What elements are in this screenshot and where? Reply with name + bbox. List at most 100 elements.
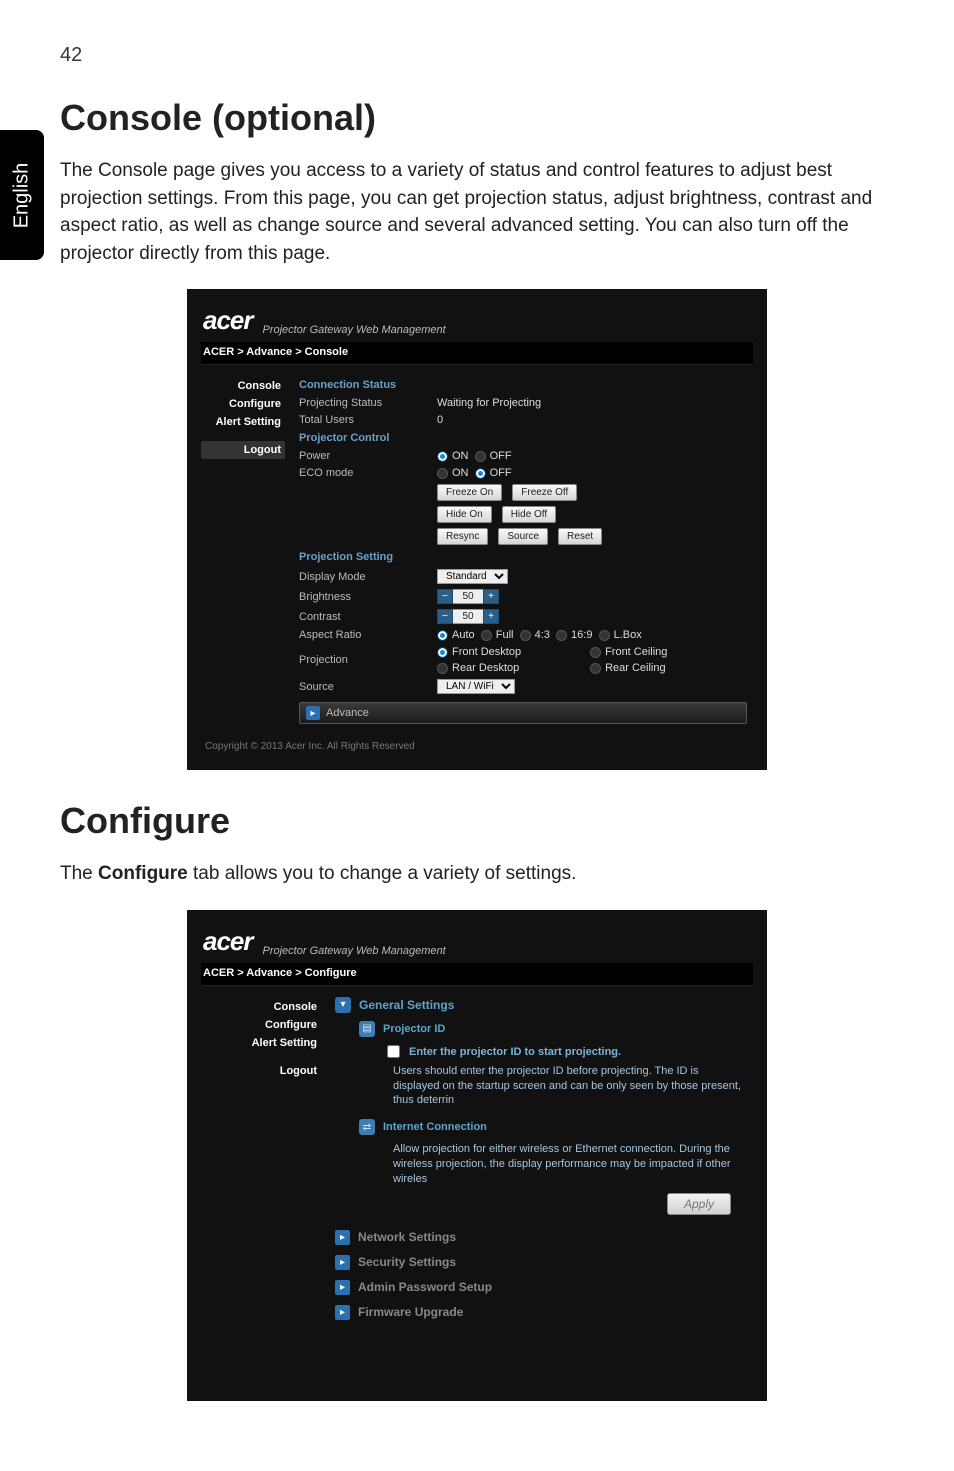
proj-rear-ceiling-text: Rear Ceiling xyxy=(605,662,666,674)
nav-configure[interactable]: Configure xyxy=(201,395,285,413)
display-mode-select[interactable]: Standard xyxy=(437,569,508,584)
breadcrumb: ACER > Advance > Console xyxy=(201,342,753,365)
aspect-lbox-radio[interactable] xyxy=(599,630,610,641)
eco-label: ECO mode xyxy=(299,467,427,479)
aspect-169-radio[interactable] xyxy=(556,630,567,641)
aspect-auto-radio[interactable] xyxy=(437,630,448,641)
security-settings-row[interactable]: ▸ Security Settings xyxy=(335,1250,747,1275)
projecting-status-label: Projecting Status xyxy=(299,397,427,409)
internet-conn-description: Allow projection for either wireless or … xyxy=(393,1142,747,1187)
contrast-minus[interactable]: − xyxy=(437,609,453,624)
apply-button[interactable]: Apply xyxy=(667,1193,731,1215)
aspect-full-radio[interactable] xyxy=(481,630,492,641)
proj-front-desktop-radio[interactable] xyxy=(437,647,448,658)
brightness-minus[interactable]: − xyxy=(437,589,453,604)
projector-id-title: Projector ID xyxy=(383,1023,445,1035)
reset-button[interactable]: Reset xyxy=(558,528,602,545)
expand-icon: ▸ xyxy=(335,1255,350,1270)
collapse-icon: ▾ xyxy=(335,997,351,1013)
advance-bar[interactable]: ▸ Advance xyxy=(299,702,747,724)
power-off-radio[interactable] xyxy=(475,451,486,462)
display-mode-label: Display Mode xyxy=(299,571,427,583)
internet-conn-title: Internet Connection xyxy=(383,1121,487,1133)
general-settings-header[interactable]: ▾ General Settings xyxy=(335,994,747,1016)
power-on-text: ON xyxy=(452,450,469,462)
internet-conn-icon: ⇄ xyxy=(359,1119,375,1135)
console-screenshot: acer Projector Gateway Web Management AC… xyxy=(187,289,767,770)
freeze-off-button[interactable]: Freeze Off xyxy=(512,484,577,501)
source-label: Source xyxy=(299,681,427,693)
configure-body-prefix: The xyxy=(60,863,98,884)
projector-id-description: Users should enter the projector ID befo… xyxy=(393,1064,747,1109)
network-settings-row[interactable]: ▸ Network Settings xyxy=(335,1225,747,1250)
proj-front-ceiling-radio[interactable] xyxy=(590,647,601,658)
console-section-body: The Console page gives you access to a v… xyxy=(60,157,880,267)
nav-logout[interactable]: Logout xyxy=(201,1062,321,1080)
projector-id-icon: ▤ xyxy=(359,1021,375,1037)
eco-on-radio[interactable] xyxy=(437,468,448,479)
firmware-upgrade-row[interactable]: ▸ Firmware Upgrade xyxy=(335,1300,747,1325)
eco-off-radio[interactable] xyxy=(475,468,486,479)
logo-subtitle: Projector Gateway Web Management xyxy=(263,324,446,336)
firmware-upgrade-title: Firmware Upgrade xyxy=(358,1305,463,1319)
source-button[interactable]: Source xyxy=(498,528,548,545)
hide-on-button[interactable]: Hide On xyxy=(437,506,492,523)
configure-body-bold: Configure xyxy=(98,863,188,884)
contrast-label: Contrast xyxy=(299,611,427,623)
power-off-text: OFF xyxy=(490,450,512,462)
aspect-lbox-text: L.Box xyxy=(614,629,642,641)
aspect-43-radio[interactable] xyxy=(520,630,531,641)
expand-icon: ▸ xyxy=(335,1280,350,1295)
resync-button[interactable]: Resync xyxy=(437,528,488,545)
nav-console[interactable]: Console xyxy=(201,998,321,1016)
eco-on-text: ON xyxy=(452,467,469,479)
contrast-plus[interactable]: + xyxy=(483,609,499,624)
source-select[interactable]: LAN / WiFi xyxy=(437,679,515,694)
nav-logout[interactable]: Logout xyxy=(201,441,285,459)
freeze-on-button[interactable]: Freeze On xyxy=(437,484,502,501)
connection-status-heading: Connection Status xyxy=(299,379,747,391)
security-settings-title: Security Settings xyxy=(358,1255,456,1269)
nav-alert-setting[interactable]: Alert Setting xyxy=(201,413,285,431)
proj-rear-ceiling-radio[interactable] xyxy=(590,663,601,674)
nav-console[interactable]: Console xyxy=(201,377,285,395)
console-section-heading: Console (optional) xyxy=(60,97,894,139)
proj-rear-desktop-radio[interactable] xyxy=(437,663,448,674)
projection-label: Projection xyxy=(299,654,427,666)
proj-front-ceiling-text: Front Ceiling xyxy=(605,646,667,658)
contrast-stepper[interactable]: −50+ xyxy=(437,609,499,624)
projection-setting-heading: Projection Setting xyxy=(299,551,747,563)
brightness-stepper[interactable]: −50+ xyxy=(437,589,499,604)
network-settings-title: Network Settings xyxy=(358,1230,456,1244)
projector-id-subheading: Enter the projector ID to start projecti… xyxy=(409,1046,621,1058)
configure-screenshot: acer Projector Gateway Web Management AC… xyxy=(187,910,767,1401)
projecting-status-value: Waiting for Projecting xyxy=(437,397,541,409)
total-users-value: 0 xyxy=(437,414,443,426)
expand-icon: ▸ xyxy=(306,706,320,720)
power-label: Power xyxy=(299,450,427,462)
power-on-radio[interactable] xyxy=(437,451,448,462)
nav-alert-setting[interactable]: Alert Setting xyxy=(201,1034,321,1052)
breadcrumb: ACER > Advance > Configure xyxy=(201,963,753,986)
total-users-label: Total Users xyxy=(299,414,427,426)
footer-copyright: Copyright © 2013 Acer Inc. All Rights Re… xyxy=(201,731,753,756)
brightness-value: 50 xyxy=(453,589,483,604)
admin-password-title: Admin Password Setup xyxy=(358,1280,492,1294)
aspect-169-text: 16:9 xyxy=(571,629,592,641)
expand-icon: ▸ xyxy=(335,1230,350,1245)
aspect-full-text: Full xyxy=(496,629,514,641)
projector-id-checkbox[interactable] xyxy=(387,1045,400,1058)
aspect-43-text: 4:3 xyxy=(535,629,550,641)
left-nav: Console Configure Alert Setting Logout xyxy=(201,992,321,1387)
configure-body-suffix: tab allows you to change a variety of se… xyxy=(188,863,577,884)
proj-rear-desktop-text: Rear Desktop xyxy=(452,662,519,674)
brightness-label: Brightness xyxy=(299,591,427,603)
expand-icon: ▸ xyxy=(335,1305,350,1320)
hide-off-button[interactable]: Hide Off xyxy=(502,506,557,523)
brightness-plus[interactable]: + xyxy=(483,589,499,604)
admin-password-row[interactable]: ▸ Admin Password Setup xyxy=(335,1275,747,1300)
page-number: 42 xyxy=(60,44,894,67)
general-settings-title: General Settings xyxy=(359,998,454,1012)
nav-configure[interactable]: Configure xyxy=(201,1016,321,1034)
contrast-value: 50 xyxy=(453,609,483,624)
